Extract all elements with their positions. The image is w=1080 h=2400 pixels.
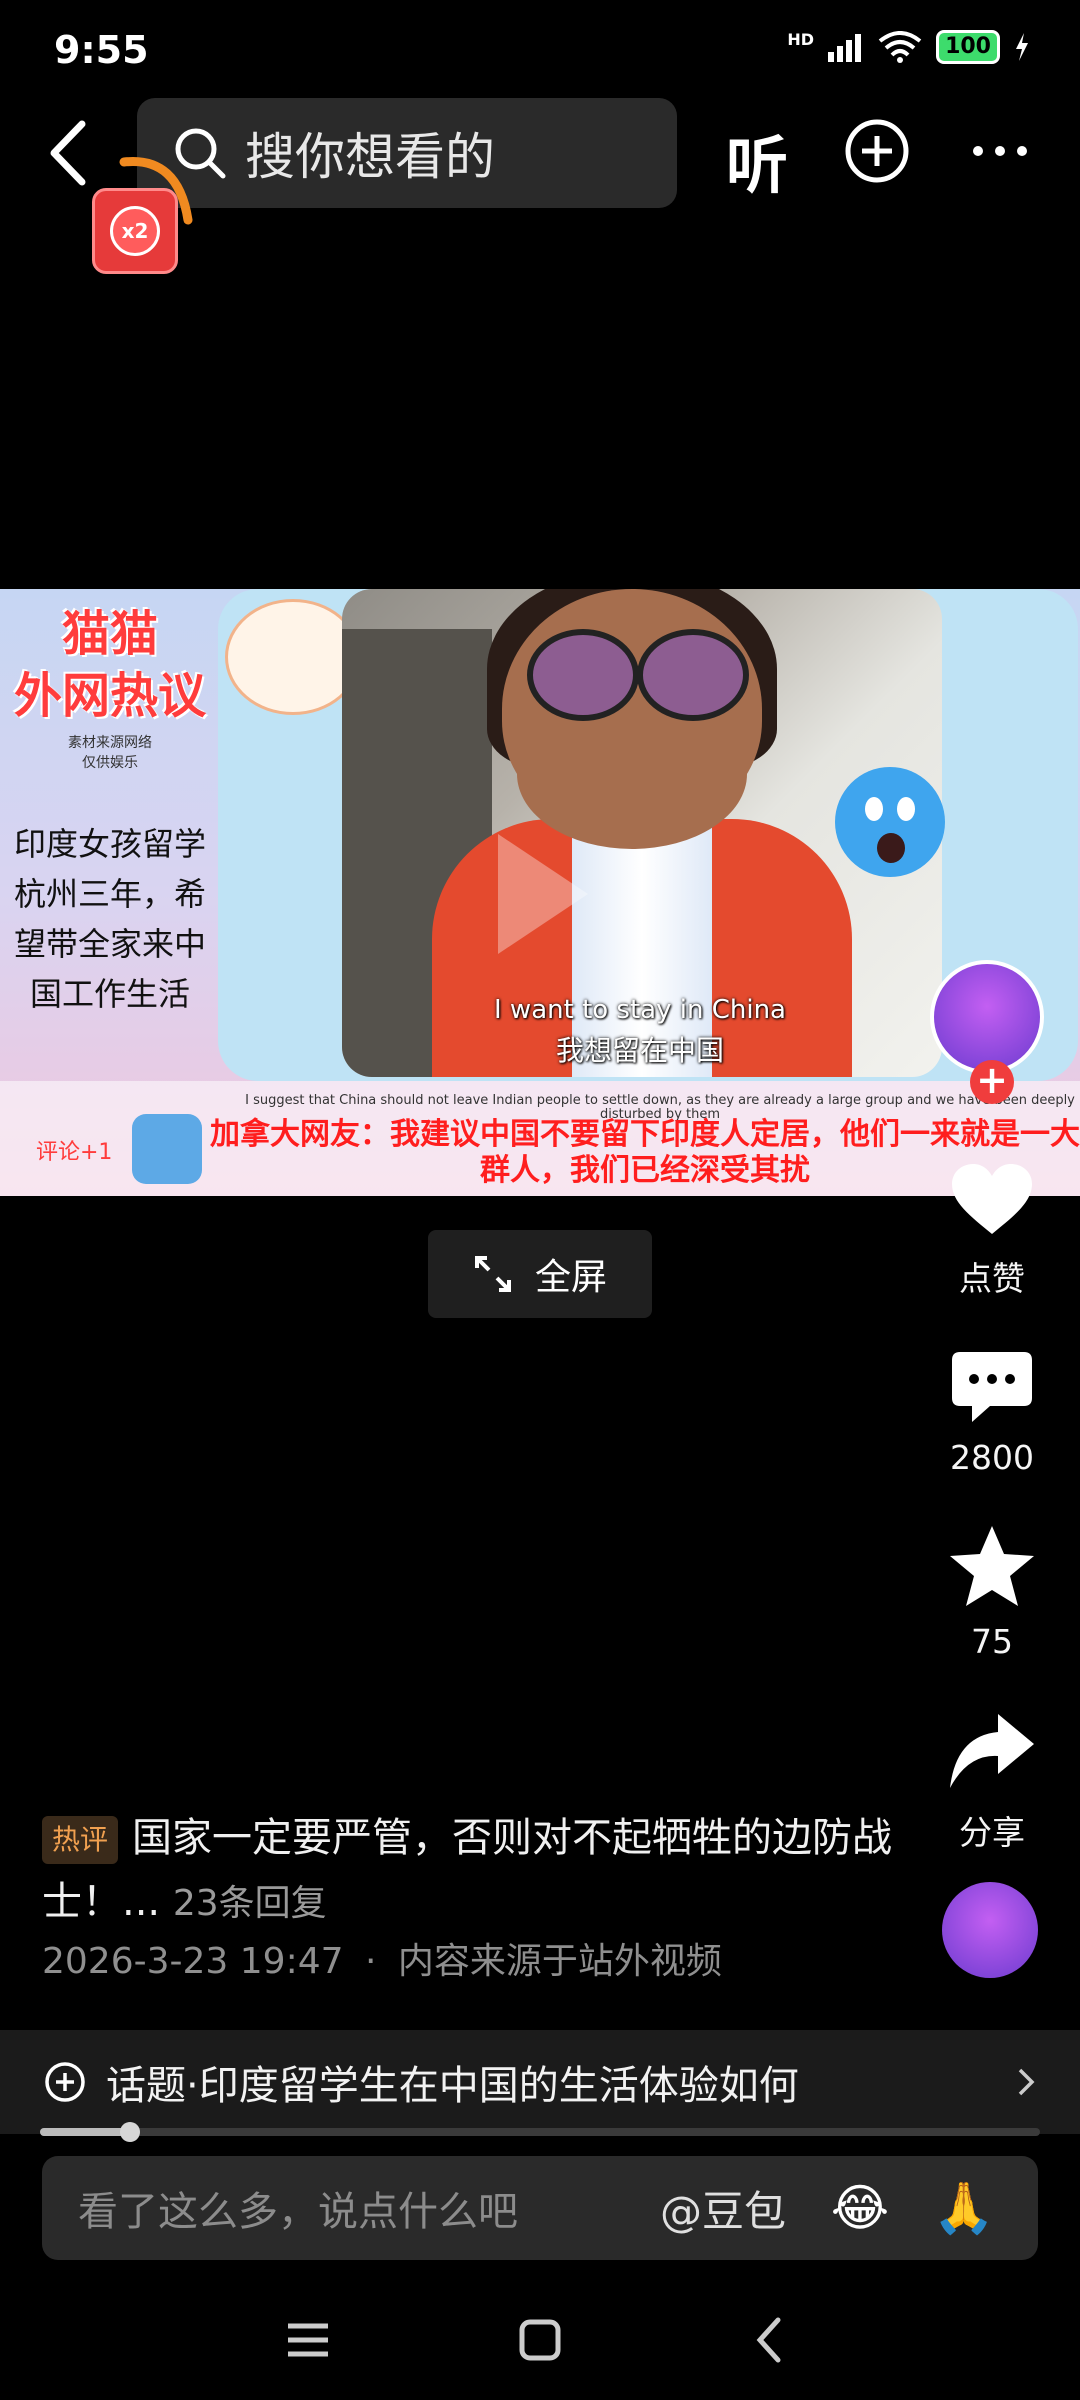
music-disc-avatar[interactable] [942, 1882, 1038, 1978]
more-icon[interactable] [970, 140, 1030, 162]
glasses-right [637, 629, 749, 721]
thumbs-up-icon [132, 1114, 202, 1184]
favorite-icon[interactable] [948, 1524, 1036, 1608]
post-datetime: 2026-3-23 19:47 [42, 1941, 344, 1982]
video-source-note: 素材来源网络 仅供娱乐 [68, 735, 152, 771]
share-label: 分享 [959, 1813, 1025, 1852]
hot-comment-text: 国家一定要严管，否则对不起牺牲的边防战士！... [42, 1815, 893, 1925]
home-icon[interactable] [510, 2310, 570, 2370]
signal-icon [828, 34, 862, 62]
person-face [517, 699, 747, 849]
add-icon[interactable] [844, 118, 910, 184]
expand-icon [474, 1256, 511, 1292]
topic-add-icon [45, 2062, 85, 2102]
post-meta: 2026-3-23 19:47 · 内容来源于站外视频 [42, 1932, 722, 1984]
red-packet-badge: x2 [110, 206, 160, 256]
heart-icon[interactable] [950, 1162, 1034, 1238]
laughing-emoji-icon[interactable]: 😂 [830, 2178, 890, 2238]
network-label: HD [787, 30, 815, 49]
lucky-cat-sticker [225, 599, 361, 715]
play-icon[interactable] [498, 834, 588, 954]
nav-back-icon[interactable] [742, 2310, 802, 2370]
comment-input[interactable]: 看了这么多，说点什么吧 [78, 2179, 660, 2237]
battery-level: 100 [936, 30, 1000, 64]
menu-icon[interactable] [278, 2310, 338, 2370]
comment-count: 2800 [950, 1438, 1034, 1477]
listen-button[interactable]: 听 [726, 115, 788, 205]
topic-bar[interactable]: 话题·印度留学生在中国的生活体验如何 [0, 2030, 1080, 2134]
share-icon[interactable] [948, 1712, 1036, 1790]
progress-fill [40, 2128, 130, 2136]
playback-progress[interactable] [40, 2122, 1040, 2142]
progress-knob[interactable] [120, 2122, 140, 2142]
mention-button[interactable]: @豆包 [660, 2178, 786, 2239]
comment-icon[interactable] [950, 1350, 1034, 1424]
subtitle-english: I want to stay in China [494, 995, 786, 1025]
shocked-emoji-sticker [835, 767, 945, 877]
video-channel-title: 猫猫 外网热议 [13, 606, 206, 724]
hot-comment[interactable]: 热评 国家一定要严管，否则对不起牺牲的边防战士！... 23条回复 [42, 1806, 902, 1936]
comment-input-bar[interactable]: 看了这么多，说点什么吧 @豆包 😂 🙏 [42, 2156, 1038, 2260]
search-bar[interactable]: 搜你想看的 [137, 98, 677, 208]
status-icons: HD 100 [787, 30, 1030, 64]
meta-separator: · [364, 1941, 377, 1982]
like-label: 点赞 [959, 1259, 1025, 1298]
video-story-text: 印度女孩留学杭州三年，希望带全家来中国工作生活 [13, 825, 206, 1013]
hot-comment-tag: 热评 [42, 1816, 119, 1864]
subtitle-chinese: 我想留在中国 [555, 1034, 724, 1067]
reply-count[interactable]: 23条回复 [173, 1883, 327, 1924]
charging-icon [1016, 33, 1028, 61]
search-placeholder: 搜你想看的 [245, 128, 495, 186]
red-packet-icon: x2 [92, 188, 178, 274]
red-packet-widget[interactable]: x2 [88, 150, 198, 274]
fullscreen-label: 全屏 [534, 1257, 607, 1298]
chevron-right-icon [1018, 2068, 1035, 2096]
wifi-icon [878, 31, 922, 63]
status-time: 9:55 [54, 28, 149, 72]
content-source: 内容来源于站外视频 [397, 1941, 722, 1982]
video-comment-tag: 评论+1 [36, 1140, 113, 1165]
pray-emoji-icon[interactable]: 🙏 [933, 2178, 995, 2238]
creator-avatar[interactable] [930, 960, 1044, 1074]
glasses-left [527, 629, 639, 721]
video-player[interactable]: 猫猫 外网热议 素材来源网络 仅供娱乐 印度女孩留学杭州三年，希望带全家来中国工… [0, 589, 1080, 1196]
follow-button[interactable]: + [970, 1060, 1014, 1104]
favorite-count: 75 [971, 1622, 1013, 1661]
fullscreen-button[interactable]: 全屏 [428, 1230, 652, 1318]
topic-label: 话题·印度留学生在中国的生活体验如何 [106, 2063, 799, 2109]
